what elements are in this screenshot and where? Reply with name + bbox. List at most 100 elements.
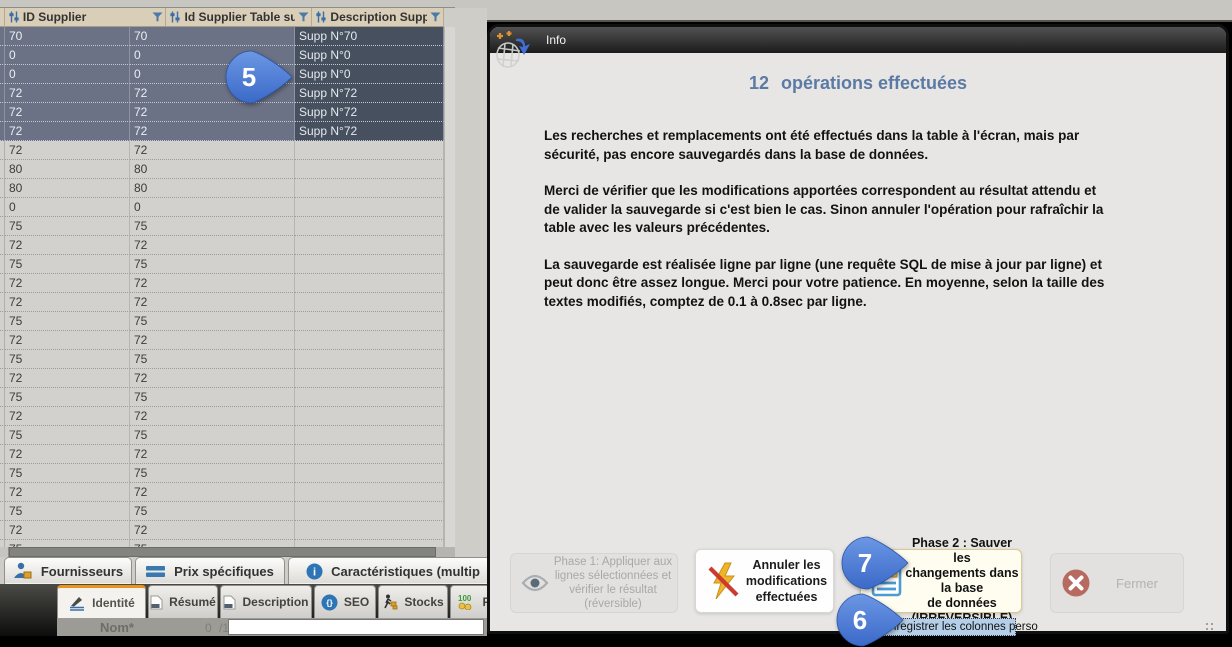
cell-description-supp: [295, 217, 444, 236]
table-row[interactable]: 72 72: [0, 407, 444, 426]
svg-text:6: 6: [853, 605, 867, 635]
table-row[interactable]: 72 72: [0, 369, 444, 388]
column-settings-icon[interactable]: [169, 11, 181, 23]
vertical-scrollbar[interactable]: [444, 27, 455, 547]
table-row[interactable]: 75 75: [0, 255, 444, 274]
cell-id-supplier: 72: [5, 236, 130, 255]
cell-id-supplier: 75: [5, 350, 130, 369]
column-header[interactable]: ID Supplier: [5, 8, 167, 26]
cell-id-supplier-table-sup: 72: [130, 293, 295, 312]
cell-id-supplier: 75: [5, 312, 130, 331]
cell-id-supplier: 72: [5, 331, 130, 350]
table-row[interactable]: 72 72: [0, 331, 444, 350]
tab-stocks[interactable]: Stocks: [378, 585, 448, 618]
tab-prix-specifiques[interactable]: Prix spécifiques: [135, 557, 285, 584]
table-row[interactable]: 75 75: [0, 540, 444, 547]
pen-identity-icon: [68, 596, 86, 611]
tab-caracteristiques[interactable]: i Caractéristiques (multip: [288, 557, 487, 584]
tab-description[interactable]: Description: [220, 585, 312, 618]
operations-text: opérations effectuées: [781, 73, 967, 93]
table-row[interactable]: 80 80: [0, 160, 444, 179]
resize-grip[interactable]: [1206, 623, 1208, 625]
cell-description-supp: [295, 502, 444, 521]
cell-id-supplier-table-sup: 75: [130, 312, 295, 331]
table-row[interactable]: 0 0 Supp N°0: [0, 65, 444, 84]
close-button[interactable]: Fermer: [1050, 553, 1184, 613]
column-settings-icon[interactable]: [8, 11, 20, 23]
table-row[interactable]: 72 72: [0, 274, 444, 293]
phase2-save-label: Phase 2 : Sauver les changements dans la…: [903, 536, 1021, 626]
table-row[interactable]: 75 75: [0, 502, 444, 521]
svg-text:5: 5: [242, 62, 256, 92]
cell-description-supp: Supp N°72: [295, 84, 444, 103]
cell-id-supplier: 72: [5, 369, 130, 388]
cell-id-supplier-table-sup: 75: [130, 350, 295, 369]
cell-description-supp: Supp N°72: [295, 122, 444, 141]
phase1-apply-button[interactable]: Phase 1: Appliquer aux lignes sélectionn…: [510, 553, 678, 613]
table-row[interactable]: 72 72: [0, 293, 444, 312]
cell-id-supplier-table-sup: 75: [130, 388, 295, 407]
table-row[interactable]: 72 72 Supp N°72: [0, 103, 444, 122]
cell-id-supplier: 72: [5, 521, 130, 540]
cell-id-supplier-table-sup: 72: [130, 236, 295, 255]
cell-description-supp: [295, 198, 444, 217]
cell-description-supp: [295, 312, 444, 331]
table-row[interactable]: 72 72: [0, 141, 444, 160]
filter-funnel-icon[interactable]: [152, 12, 163, 22]
table-row[interactable]: 0 0 Supp N°0: [0, 46, 444, 65]
table-row[interactable]: 72 72: [0, 445, 444, 464]
tab-label: Fournisseurs: [41, 564, 123, 579]
table-row[interactable]: 0 0: [0, 198, 444, 217]
table-row[interactable]: 75 75: [0, 217, 444, 236]
cell-id-supplier-table-sup: 72: [130, 407, 295, 426]
tab-label: Caractéristiques (multip: [331, 564, 480, 579]
cell-id-supplier: 72: [5, 103, 130, 122]
cell-id-supplier-table-sup: 72: [130, 141, 295, 160]
cell-id-supplier-table-sup: 72: [130, 122, 295, 141]
name-input[interactable]: [228, 619, 484, 635]
cell-id-supplier: 72: [5, 445, 130, 464]
tab-seo[interactable]: {} SEO: [314, 585, 376, 618]
price-bars-icon: [146, 565, 166, 578]
cell-description-supp: [295, 540, 444, 547]
table-row[interactable]: 72 72: [0, 521, 444, 540]
cancel-modifications-button[interactable]: Annuler les modifications effectuées: [695, 549, 834, 613]
svg-text:{}: {}: [326, 597, 333, 607]
tab-identite[interactable]: Identité: [57, 585, 146, 618]
tab-prix[interactable]: 100 Pri: [450, 585, 487, 618]
paragraph-3: La sauvegarde est réalisée ligne par lig…: [544, 256, 1216, 312]
column-header-label: Description Supp: [330, 10, 427, 24]
cancel-modifications-label: Annuler les modifications effectuées: [740, 557, 833, 605]
cell-description-supp: [295, 160, 444, 179]
cell-id-supplier: 72: [5, 122, 130, 141]
table-row[interactable]: 72 72: [0, 483, 444, 502]
table-row[interactable]: 75 75: [0, 464, 444, 483]
filter-funnel-icon[interactable]: [430, 12, 441, 22]
table-row[interactable]: 75 75: [0, 388, 444, 407]
column-header[interactable]: Id Supplier Table sup: [166, 8, 312, 26]
price-coins-icon: 100: [457, 594, 476, 610]
table-row[interactable]: 80 80: [0, 179, 444, 198]
table-row[interactable]: 75 75: [0, 312, 444, 331]
table-row[interactable]: 70 70 Supp N°70: [0, 27, 444, 46]
dialog-body-text: Les recherches et remplacements ont été …: [544, 127, 1216, 329]
cell-id-supplier: 75: [5, 217, 130, 236]
table-row[interactable]: 75 75: [0, 350, 444, 369]
column-header[interactable]: Description Supp: [312, 8, 444, 26]
column-settings-icon[interactable]: [315, 11, 327, 23]
filter-funnel-icon[interactable]: [298, 12, 309, 22]
tab-resume[interactable]: Résumé: [148, 585, 218, 618]
cell-id-supplier-table-sup: 0: [130, 198, 295, 217]
no-flash-icon: [706, 561, 740, 601]
annotation-balloon-6: 6: [835, 592, 907, 647]
cell-description-supp: [295, 236, 444, 255]
annotation-balloon-7: 7: [840, 535, 912, 591]
dialog-titlebar[interactable]: Info: [490, 27, 1226, 53]
table-row[interactable]: 72 72: [0, 236, 444, 255]
tab-fournisseurs[interactable]: Fournisseurs: [4, 557, 132, 584]
table-row[interactable]: 72 72 Supp N°72: [0, 122, 444, 141]
cell-description-supp: [295, 350, 444, 369]
cell-description-supp: [295, 426, 444, 445]
table-row[interactable]: 75 75: [0, 426, 444, 445]
table-row[interactable]: 72 72 Supp N°72: [0, 84, 444, 103]
